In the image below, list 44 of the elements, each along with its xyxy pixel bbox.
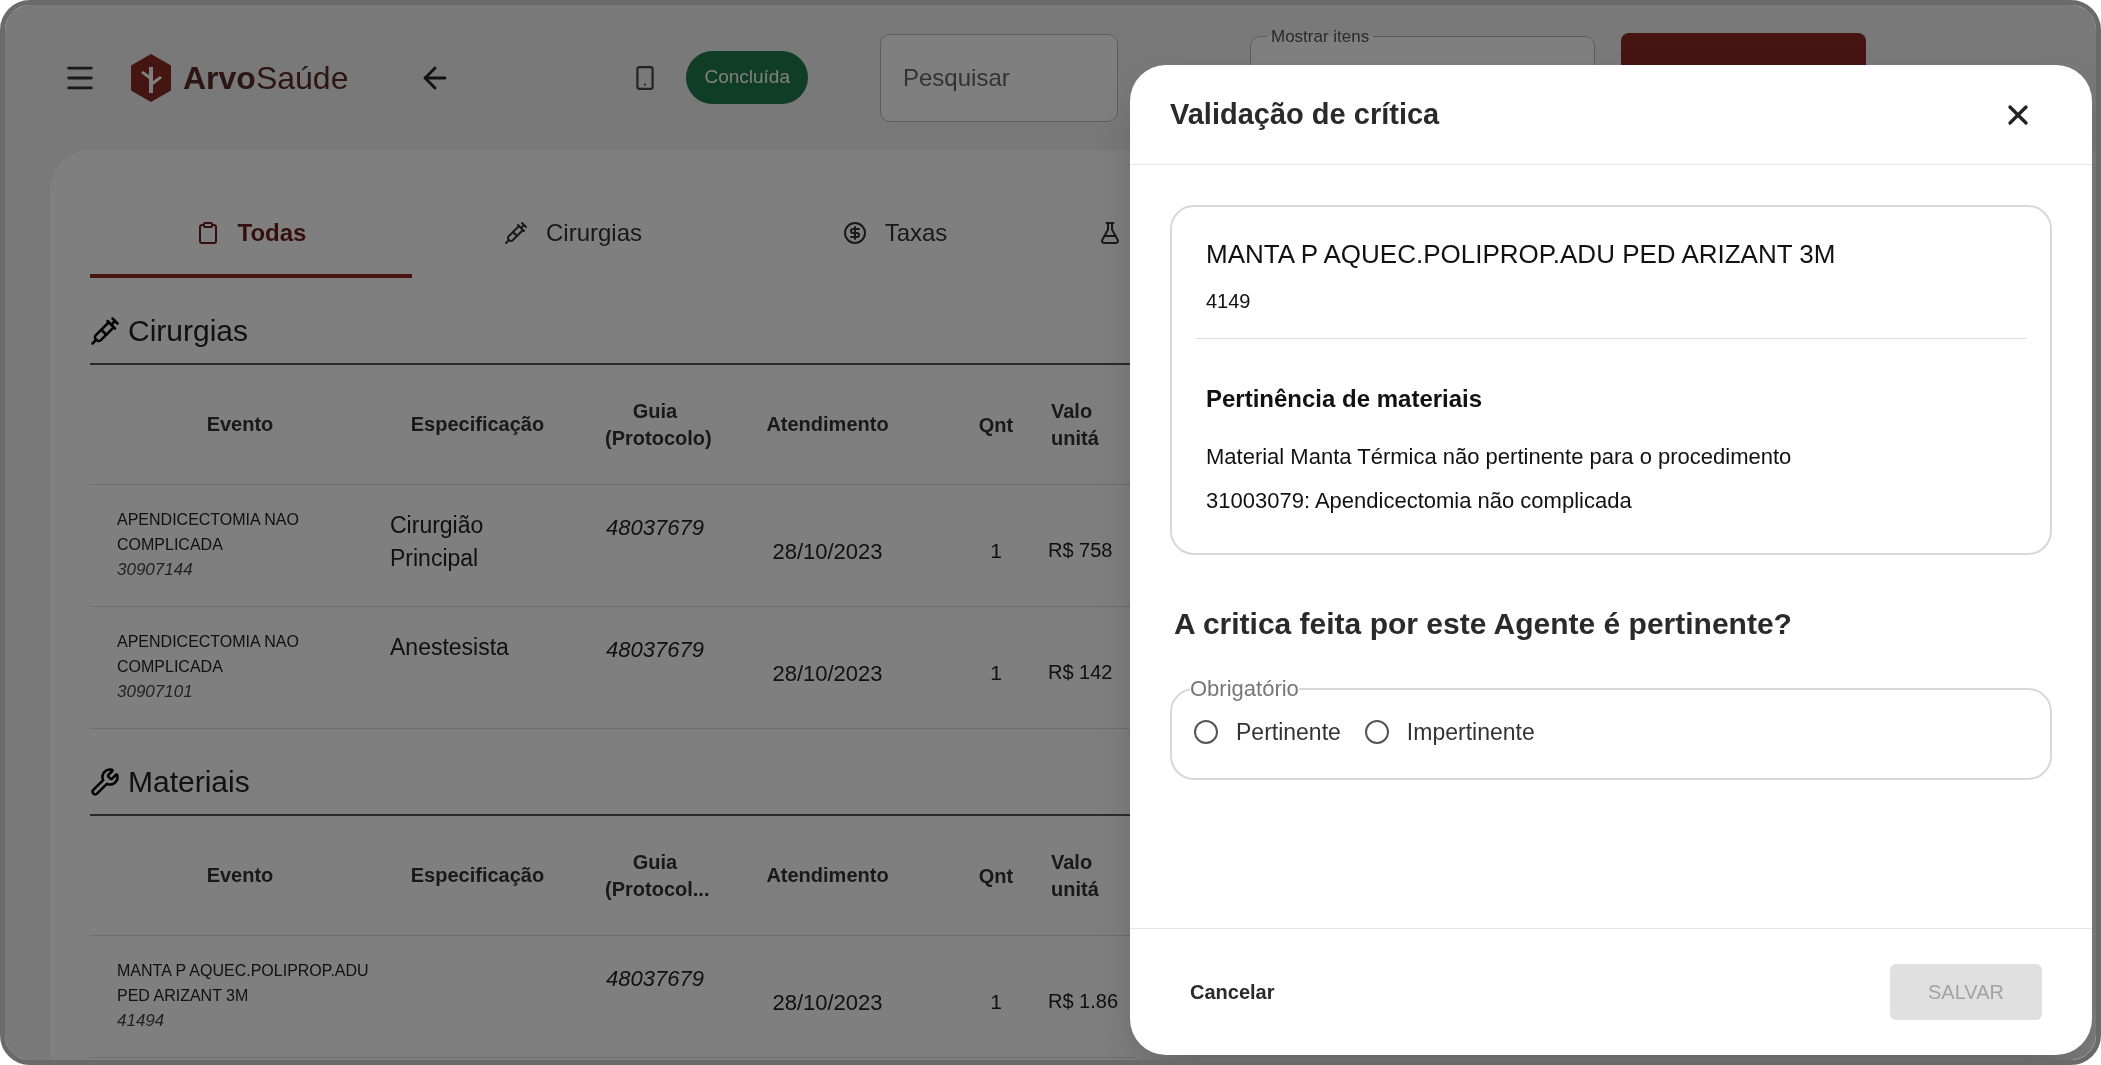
item-name: MANTA P AQUEC.POLIPROP.ADU PED ARIZANT 3M bbox=[1206, 238, 1837, 271]
select-label: Mostrar itens bbox=[1270, 25, 1371, 48]
status-badge: Concluída bbox=[686, 51, 808, 104]
column-header: Evento bbox=[205, 412, 275, 437]
value-cell: R$ 758 bbox=[1048, 539, 1113, 561]
event-name: APENDICECTOMIA NAO COMPLICADA bbox=[117, 510, 300, 555]
section-title: Materiais bbox=[128, 764, 250, 800]
guide-number: 48037679 bbox=[606, 637, 704, 662]
column-header: Qnt bbox=[977, 863, 1015, 889]
column-header: Atendimento bbox=[765, 412, 890, 437]
column-header: Guia (Protocol... bbox=[604, 849, 711, 902]
event-code: 41494 bbox=[117, 1010, 166, 1032]
quantity-cell: 1 bbox=[990, 661, 1002, 684]
event-name: APENDICECTOMIA NAO COMPLICADA bbox=[117, 632, 300, 677]
event-code: 30907101 bbox=[117, 681, 194, 703]
dialog-title: Validação de crítica bbox=[1170, 96, 1440, 132]
event-name: MANTA P AQUEC.POLIPROP.ADU PED ARIZANT 3M bbox=[117, 961, 370, 1006]
question-text: A critica feita por este Agente é pertinente? bbox=[1173, 606, 1793, 642]
date-cell: 28/10/2023 bbox=[772, 990, 883, 1015]
column-header: Atendimento bbox=[765, 863, 890, 888]
rule-description: Material Manta Térmica não pertinente para o procedimento 31003079: Apendicectomia não complicada bbox=[1206, 443, 1793, 515]
column-header: Especificação bbox=[409, 863, 546, 888]
value-cell: R$ 142 bbox=[1048, 661, 1113, 683]
rule-title: Pertinência de materiais bbox=[1206, 384, 1484, 414]
column-header: Qnt bbox=[977, 412, 1015, 438]
event-code: 30907144 bbox=[117, 559, 194, 581]
quantity-cell: 1 bbox=[990, 990, 1002, 1013]
guide-number: 48037679 bbox=[606, 515, 704, 540]
column-header: Guia (Protocolo) bbox=[604, 398, 713, 451]
column-header: Especificação bbox=[409, 412, 546, 437]
quantity-cell: 1 bbox=[990, 539, 1002, 562]
value-cell: R$ 1.86 bbox=[1048, 990, 1119, 1012]
date-cell: 28/10/2023 bbox=[772, 661, 883, 686]
column-header: Valo unitá bbox=[1050, 398, 1100, 451]
specification-cell-text: Cirurgião Principal bbox=[390, 511, 485, 573]
brand-name: ArvoSaúde bbox=[183, 58, 349, 98]
guide-number: 48037679 bbox=[606, 966, 704, 991]
item-code: 4149 bbox=[1206, 289, 1252, 314]
specification-cell-text: Anestesista bbox=[390, 633, 510, 662]
date-cell: 28/10/2023 bbox=[772, 539, 883, 564]
column-header: Valo unitá bbox=[1050, 849, 1100, 902]
section-title: Cirurgias bbox=[128, 313, 249, 349]
column-header: Evento bbox=[205, 863, 275, 888]
group-label: Obrigatório bbox=[1190, 675, 1299, 703]
